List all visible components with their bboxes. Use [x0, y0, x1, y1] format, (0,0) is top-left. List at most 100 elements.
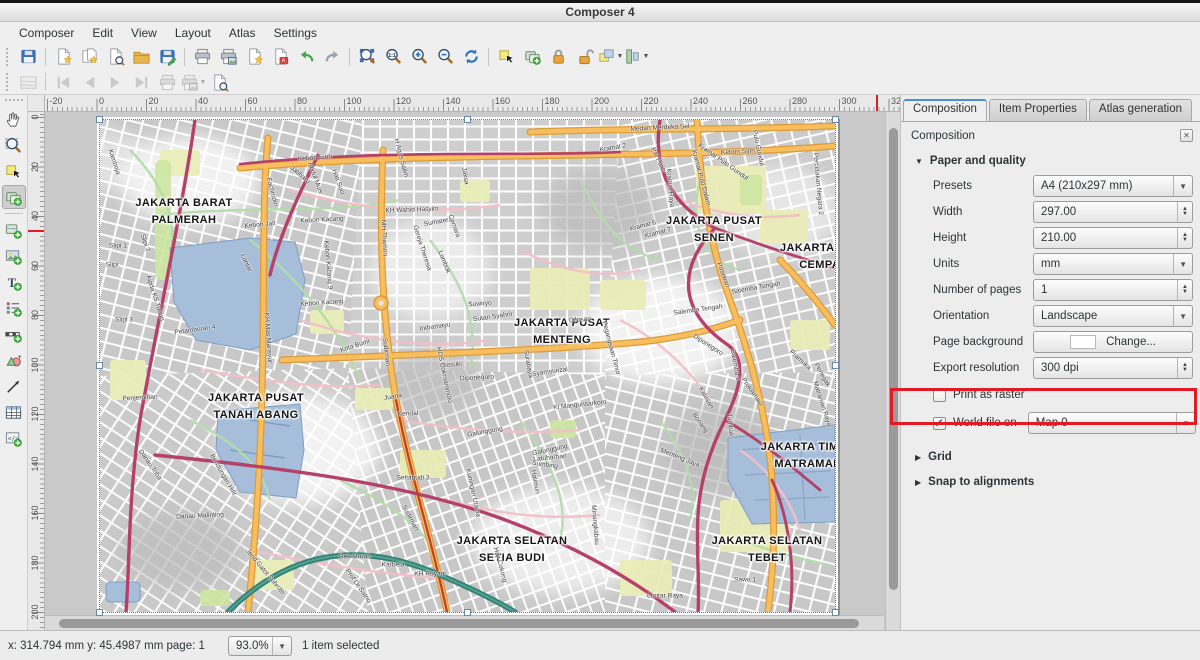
- print-as-raster-checkbox[interactable]: [933, 389, 946, 402]
- horizontal-scrollbar-thumb[interactable]: [59, 619, 859, 628]
- page-background-button[interactable]: Change...: [1033, 331, 1193, 353]
- print-atlas-button[interactable]: [154, 70, 180, 94]
- export-as-svg-button[interactable]: [241, 45, 267, 69]
- dropdown-arrow-icon[interactable]: ▼: [643, 53, 650, 60]
- export-as-svg-icon: [245, 47, 264, 66]
- cursor-position: x: 314.794 mm y: 45.4987 mm page: 1: [8, 640, 205, 652]
- map-item[interactable]: JAKARTA BARATPALMERAHJAKARTA PUSATSENENJ…: [100, 120, 835, 612]
- menu-view[interactable]: View: [122, 24, 166, 42]
- add-new-scalebar-button[interactable]: [2, 322, 26, 346]
- spin-arrows-icon[interactable]: ▲▼: [1177, 202, 1192, 222]
- save-project-button[interactable]: [15, 45, 41, 69]
- zoom-actual-button[interactable]: 1:1: [380, 45, 406, 69]
- add-new-legend-icon: [4, 299, 23, 318]
- zoom-in-button[interactable]: [406, 45, 432, 69]
- select-move-item-button[interactable]: [493, 45, 519, 69]
- tab-item-properties[interactable]: Item Properties: [989, 99, 1087, 121]
- menu-atlas[interactable]: Atlas: [220, 24, 265, 42]
- selection-handle-e[interactable]: [832, 362, 839, 369]
- ruler-tick-label: 120: [30, 403, 40, 425]
- export-resolution-spinbox[interactable]: 300 dpi ▲▼: [1033, 357, 1193, 379]
- export-atlas-button[interactable]: ▼: [180, 70, 206, 94]
- selection-handle-s[interactable]: [464, 609, 471, 616]
- tab-atlas-generation[interactable]: Atlas generation: [1089, 99, 1192, 121]
- composition-canvas[interactable]: JAKARTA BARATPALMERAHJAKARTA PUSATSENENJ…: [45, 112, 900, 630]
- align-selected-items-button[interactable]: ▼: [623, 45, 649, 69]
- spin-arrows-icon[interactable]: ▲▼: [1177, 280, 1192, 300]
- export-as-image-button[interactable]: [215, 45, 241, 69]
- units-combo[interactable]: mm ▼: [1033, 253, 1193, 275]
- undo-button[interactable]: [293, 45, 319, 69]
- orientation-combo[interactable]: Landscape ▼: [1033, 305, 1193, 327]
- section-paper-and-quality[interactable]: ▼ Paper and quality: [901, 148, 1200, 173]
- first-feature-button[interactable]: [50, 70, 76, 94]
- section-grid[interactable]: ▶ Grid: [901, 444, 1200, 469]
- spin-arrows-icon[interactable]: ▲▼: [1177, 358, 1192, 378]
- selection-handle-n[interactable]: [464, 116, 471, 123]
- menu-settings[interactable]: Settings: [265, 24, 326, 42]
- last-feature-button[interactable]: [128, 70, 154, 94]
- add-new-legend-button[interactable]: [2, 296, 26, 320]
- save-as-template-button[interactable]: [154, 45, 180, 69]
- world-file-map-combo[interactable]: Map 0 ▼: [1028, 412, 1196, 434]
- duplicate-composition-button[interactable]: [76, 45, 102, 69]
- selection-handle-se[interactable]: [832, 609, 839, 616]
- print-icon: [193, 47, 212, 66]
- lock-selected-items-button[interactable]: [545, 45, 571, 69]
- export-as-pdf-button[interactable]: A: [267, 45, 293, 69]
- panel-close-button[interactable]: ✕: [1180, 129, 1193, 142]
- composer-manager-button[interactable]: [102, 45, 128, 69]
- add-basic-shape-button[interactable]: ▾: [2, 348, 26, 372]
- new-composition-button[interactable]: [50, 45, 76, 69]
- select-move-item-tool-button[interactable]: [2, 159, 26, 183]
- add-arrow-button[interactable]: [2, 374, 26, 398]
- refresh-view-button[interactable]: [458, 45, 484, 69]
- zoom-level-combo[interactable]: 93.0% ▼: [228, 636, 292, 656]
- paper-page[interactable]: JAKARTA BARATPALMERAHJAKARTA PUSATSENENJ…: [97, 117, 838, 615]
- first-feature-icon: [54, 73, 73, 92]
- load-from-template-button[interactable]: [128, 45, 154, 69]
- selection-handle-nw[interactable]: [96, 116, 103, 123]
- titlebar[interactable]: Composer 4: [0, 3, 1200, 22]
- menu-composer[interactable]: Composer: [10, 24, 83, 42]
- next-feature-button[interactable]: [102, 70, 128, 94]
- panel-title: Composition: [911, 130, 975, 142]
- zoom-full-button[interactable]: [354, 45, 380, 69]
- spin-arrows-icon[interactable]: ▲▼: [1177, 228, 1192, 248]
- world-file-checkbox[interactable]: [933, 417, 946, 430]
- ruler-tick-label: 20: [149, 96, 159, 106]
- menu-edit[interactable]: Edit: [83, 24, 122, 42]
- add-html-frame-button[interactable]: </>: [2, 426, 26, 450]
- print-button[interactable]: [189, 45, 215, 69]
- redo-button[interactable]: [319, 45, 345, 69]
- selection-handle-sw[interactable]: [96, 609, 103, 616]
- height-spinbox[interactable]: 210.00 ▲▼: [1033, 227, 1193, 249]
- tab-composition[interactable]: Composition: [903, 99, 987, 121]
- presets-combo[interactable]: A4 (210x297 mm) ▼: [1033, 175, 1193, 197]
- vertical-scrollbar-thumb[interactable]: [889, 128, 898, 590]
- raise-selected-items-button[interactable]: ▼: [597, 45, 623, 69]
- selection-handle-w[interactable]: [96, 362, 103, 369]
- width-spinbox[interactable]: 297.00 ▲▼: [1033, 201, 1193, 223]
- svg-text:▾: ▾: [18, 354, 21, 360]
- zoom-composition-button[interactable]: [2, 133, 26, 157]
- vertical-scrollbar[interactable]: [885, 112, 900, 630]
- zoom-out-button[interactable]: [432, 45, 458, 69]
- menu-layout[interactable]: Layout: [166, 24, 220, 42]
- move-item-content-button[interactable]: [519, 45, 545, 69]
- street-label: Slipi 1: [109, 243, 127, 250]
- add-new-map-button[interactable]: [2, 218, 26, 242]
- selection-handle-ne[interactable]: [832, 116, 839, 123]
- section-snap-to-alignments[interactable]: ▶ Snap to alignments: [901, 469, 1200, 494]
- move-item-content-tool-button[interactable]: [2, 185, 26, 209]
- previous-feature-button[interactable]: [76, 70, 102, 94]
- unlock-all-items-button[interactable]: [571, 45, 597, 69]
- add-new-label-button[interactable]: T: [2, 270, 26, 294]
- add-attribute-table-button[interactable]: [2, 400, 26, 424]
- pan-composition-button[interactable]: [2, 107, 26, 131]
- horizontal-scrollbar[interactable]: [45, 615, 884, 630]
- preview-atlas-button[interactable]: [15, 70, 41, 94]
- atlas-settings-button[interactable]: [206, 70, 232, 94]
- add-image-button[interactable]: [2, 244, 26, 268]
- pages-spinbox[interactable]: 1 ▲▼: [1033, 279, 1193, 301]
